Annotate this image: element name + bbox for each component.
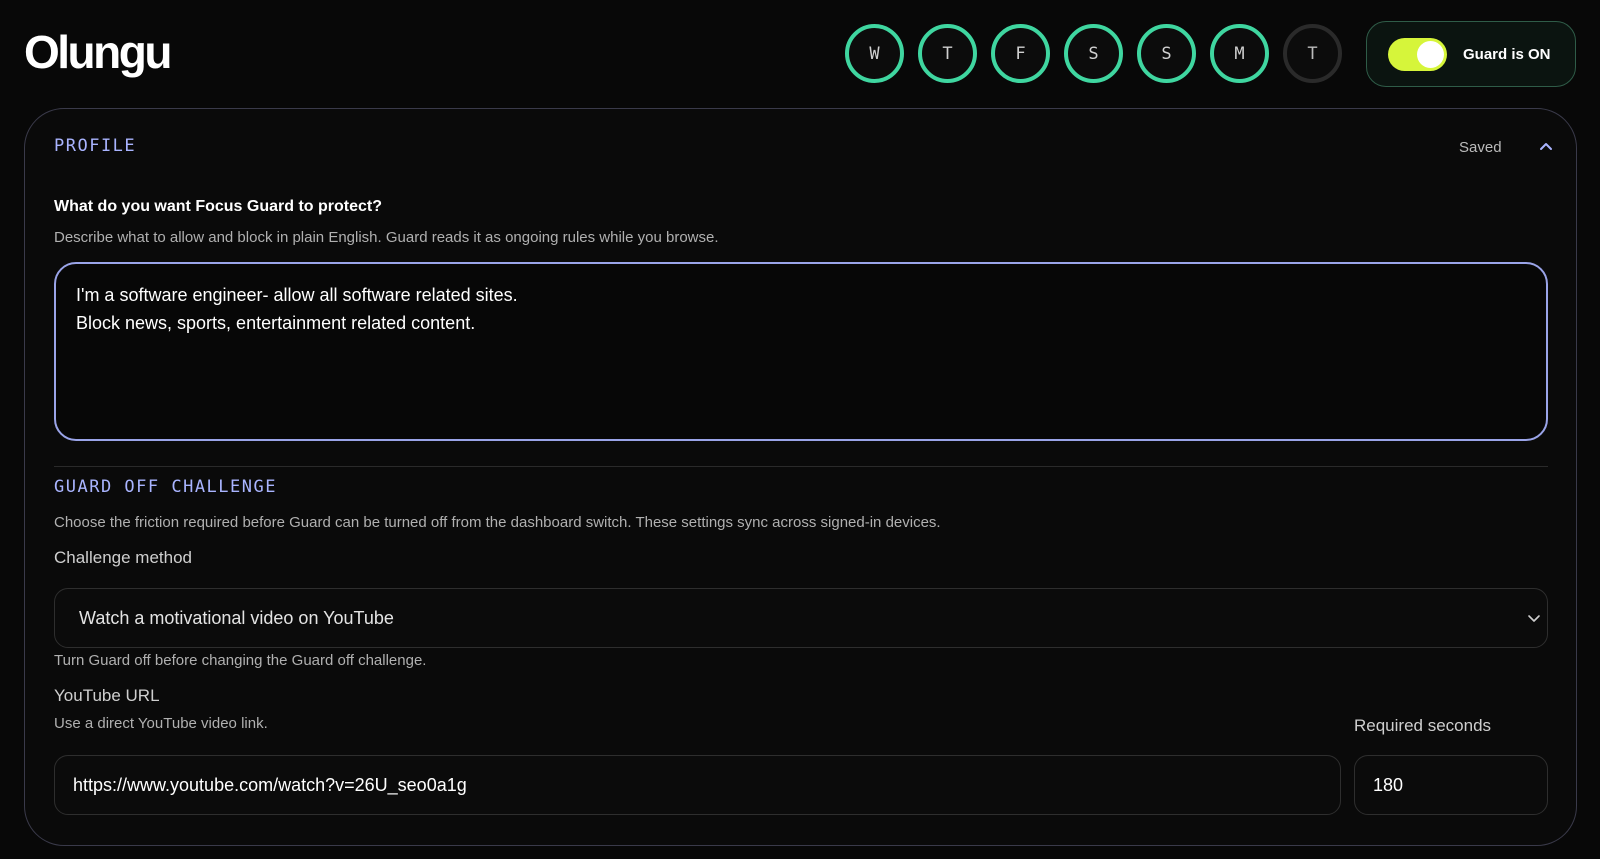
challenge-method-select[interactable]: Watch a motivational video on YouTube xyxy=(54,588,1548,648)
challenge-locked-note: Turn Guard off before changing the Guard… xyxy=(54,652,427,669)
day-circle: T xyxy=(1283,24,1342,83)
profile-section-title: PROFILE xyxy=(54,136,137,156)
challenge-section-title: GUARD OFF CHALLENGE xyxy=(54,477,277,497)
day-circle: F xyxy=(991,24,1050,83)
profile-question: What do you want Focus Guard to protect? xyxy=(54,198,382,215)
streak-days: W T F S S M T xyxy=(845,24,1342,83)
required-seconds-label: Required seconds xyxy=(1354,716,1492,735)
day-circle: S xyxy=(1064,24,1123,83)
challenge-description: Choose the friction required before Guar… xyxy=(54,514,941,531)
youtube-url-label: YouTube URL xyxy=(54,686,160,705)
profile-rules-textarea[interactable]: I'm a software engineer- allow all softw… xyxy=(54,262,1548,441)
profile-hint: Describe what to allow and block in plai… xyxy=(54,229,719,246)
guard-switch[interactable] xyxy=(1388,37,1447,71)
day-circle: S xyxy=(1137,24,1196,83)
section-divider xyxy=(54,466,1548,467)
saved-status: Saved xyxy=(1459,139,1502,156)
settings-panel: PROFILE Saved What do you want Focus Gua… xyxy=(24,108,1577,846)
app-logo: Olungu xyxy=(24,26,172,78)
day-circle: M xyxy=(1210,24,1269,83)
youtube-url-input[interactable] xyxy=(54,755,1341,815)
challenge-method-label: Challenge method xyxy=(54,548,192,567)
switch-knob xyxy=(1417,40,1444,68)
challenge-method-value: Watch a motivational video on YouTube xyxy=(79,607,394,628)
chevron-down-icon xyxy=(1528,615,1540,622)
day-circle: W xyxy=(845,24,904,83)
chevron-up-icon[interactable] xyxy=(1536,137,1556,157)
guard-toggle[interactable]: Guard is ON xyxy=(1366,21,1576,87)
required-seconds-input[interactable] xyxy=(1354,755,1548,815)
day-circle: T xyxy=(918,24,977,83)
youtube-url-hint: Use a direct YouTube video link. xyxy=(54,715,268,732)
guard-status-label: Guard is ON xyxy=(1463,45,1551,63)
